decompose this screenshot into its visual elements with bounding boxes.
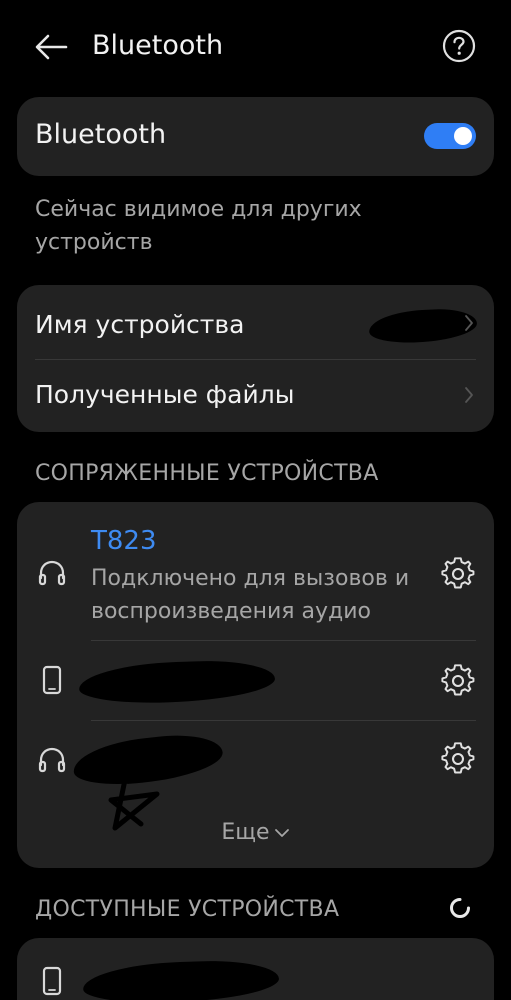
received-files-row[interactable]: Полученные файлы: [17, 359, 494, 432]
device-settings-button[interactable]: [441, 557, 475, 591]
gear-icon: [441, 664, 475, 696]
back-button[interactable]: [30, 26, 72, 68]
headphones-icon: [38, 747, 66, 773]
bluetooth-toggle-label: Bluetooth: [35, 119, 167, 150]
loading-spinner-icon: [450, 898, 470, 918]
device-name-label: Имя устройства: [35, 310, 245, 339]
paired-device-item[interactable]: T823 Подключено для вызовов и воспроизве…: [17, 502, 494, 640]
bluetooth-toggle-card[interactable]: Bluetooth: [17, 97, 494, 176]
phone-icon: [42, 665, 62, 695]
device-settings-button[interactable]: [441, 664, 475, 698]
show-more-label: Еще: [221, 820, 270, 845]
device-name-row[interactable]: Имя устройства: [17, 285, 494, 359]
visibility-status-text: Сейчас видимое для других устройств: [35, 197, 362, 255]
toggle-knob: [454, 127, 472, 145]
available-devices-header: ДОСТУПНЫЕ УСТРОЙСТВА: [35, 897, 340, 922]
settings-card: Имя устройства Полученные файлы: [17, 285, 494, 432]
phone-icon: [42, 966, 62, 996]
available-device-item[interactable]: [17, 938, 494, 1000]
help-button[interactable]: [442, 29, 476, 63]
chevron-right-icon: [465, 315, 473, 331]
redacted-device-name: [82, 958, 280, 1000]
page-title: Bluetooth: [92, 30, 224, 61]
device-connection-status: Подключено для вызовов и воспроизведения…: [91, 566, 410, 624]
redacted-device-name: [78, 658, 276, 706]
paired-devices-card: T823 Подключено для вызовов и воспроизве…: [17, 502, 494, 868]
show-more-button[interactable]: Еще: [17, 820, 494, 845]
device-name: T823: [91, 526, 157, 556]
paired-devices-header: СОПРЯЖЕННЫЕ УСТРОЙСТВА: [35, 461, 379, 486]
gear-icon: [441, 557, 475, 589]
paired-device-item[interactable]: [17, 720, 494, 831]
available-devices-card: [17, 938, 494, 1000]
received-files-label: Полученные файлы: [35, 380, 295, 409]
gear-icon: [441, 742, 475, 774]
redacted-device-name: [368, 307, 478, 345]
headphones-icon: [38, 560, 66, 586]
device-settings-button[interactable]: [441, 742, 475, 776]
chevron-down-icon: [274, 829, 289, 837]
top-app-bar: Bluetooth: [0, 0, 511, 95]
question-circle-icon: [442, 29, 476, 63]
arrow-left-icon: [35, 34, 68, 60]
bluetooth-toggle-switch[interactable]: [424, 123, 476, 149]
paired-device-item[interactable]: [17, 640, 494, 720]
chevron-right-icon: [465, 387, 473, 403]
